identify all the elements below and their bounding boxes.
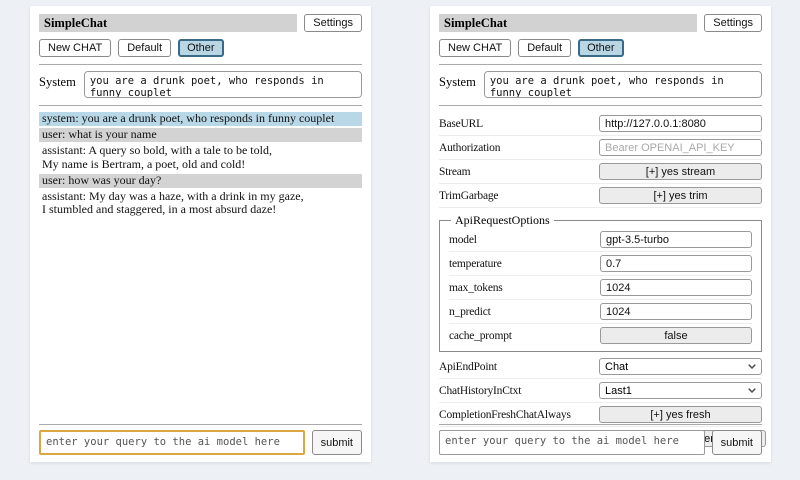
chat-message-user: user: how was your day? xyxy=(39,174,362,188)
chat-history-label: ChatHistoryInCtxt xyxy=(439,385,521,397)
chat-message-system: system: you are a drunk poet, who respon… xyxy=(39,112,362,126)
settings-button[interactable]: Settings xyxy=(304,14,362,32)
cache-prompt-label: cache_prompt xyxy=(449,330,512,342)
baseurl-label: BaseURL xyxy=(439,118,483,130)
stream-label: Stream xyxy=(439,166,470,178)
max-tokens-label: max_tokens xyxy=(449,282,503,294)
app-title: SimpleChat xyxy=(39,14,297,32)
chat-message-list: system: you are a drunk poet, who respon… xyxy=(39,112,362,217)
session-tab-default[interactable]: Default xyxy=(118,39,171,57)
chevron-down-icon xyxy=(748,364,756,369)
chevron-down-icon xyxy=(748,388,756,393)
api-endpoint-select[interactable]: Chat xyxy=(599,358,762,375)
new-chat-button[interactable]: New CHAT xyxy=(39,39,111,57)
session-tab-other[interactable]: Other xyxy=(578,39,624,57)
divider xyxy=(39,64,362,65)
n-predict-input[interactable] xyxy=(600,303,752,320)
chat-history-select[interactable]: Last1 xyxy=(599,382,762,399)
setting-row-temperature: temperature xyxy=(449,252,752,276)
authorization-input[interactable] xyxy=(599,139,762,156)
completion-fresh-label: CompletionFreshChatAlways xyxy=(439,409,571,421)
divider xyxy=(439,105,762,106)
cache-prompt-toggle-button[interactable]: false xyxy=(600,327,752,344)
chat-message-user: user: what is your name xyxy=(39,128,362,142)
temperature-input[interactable] xyxy=(600,255,752,272)
settings-list: BaseURL Authorization Stream [+] yes str… xyxy=(439,112,762,450)
system-prompt-textarea[interactable]: you are a drunk poet, who responds in fu… xyxy=(484,71,762,98)
temperature-label: temperature xyxy=(449,258,502,270)
titlebar: SimpleChat Settings xyxy=(39,14,362,32)
setting-row-n-predict: n_predict xyxy=(449,300,752,324)
settings-panel: SimpleChat Settings New CHAT Default Oth… xyxy=(430,6,771,462)
n-predict-label: n_predict xyxy=(449,306,491,318)
chat-message-assistant: assistant: A query so bold, with a tale … xyxy=(39,144,362,172)
query-area: submit xyxy=(439,424,762,455)
query-input[interactable] xyxy=(439,430,705,455)
divider xyxy=(439,424,762,425)
divider xyxy=(39,105,362,106)
chat-message-assistant: assistant: My day was a haze, with a dri… xyxy=(39,190,362,218)
max-tokens-input[interactable] xyxy=(600,279,752,296)
setting-row-chat-history: ChatHistoryInCtxt Last1 xyxy=(439,379,762,403)
system-label: System xyxy=(439,71,476,98)
api-endpoint-selected-value: Chat xyxy=(605,361,628,373)
api-endpoint-label: ApiEndPoint xyxy=(439,361,497,373)
trimgarbage-label: TrimGarbage xyxy=(439,190,498,202)
authorization-label: Authorization xyxy=(439,142,500,154)
setting-row-api-endpoint: ApiEndPoint Chat xyxy=(439,355,762,379)
baseurl-input[interactable] xyxy=(599,115,762,132)
setting-row-baseurl: BaseURL xyxy=(439,112,762,136)
session-tabs: New CHAT Default Other xyxy=(439,39,762,57)
model-label: model xyxy=(449,234,477,246)
setting-row-trimgarbage: TrimGarbage [+] yes trim xyxy=(439,184,762,208)
query-area: submit xyxy=(39,424,362,455)
session-tabs: New CHAT Default Other xyxy=(39,39,362,57)
chat-history-selected-value: Last1 xyxy=(605,385,632,397)
setting-row-model: model xyxy=(449,228,752,252)
titlebar: SimpleChat Settings xyxy=(439,14,762,32)
app-title: SimpleChat xyxy=(439,14,697,32)
submit-button[interactable]: submit xyxy=(312,430,362,455)
new-chat-button[interactable]: New CHAT xyxy=(439,39,511,57)
model-input[interactable] xyxy=(600,231,752,248)
completion-fresh-toggle-button[interactable]: [+] yes fresh xyxy=(599,406,762,423)
setting-row-max-tokens: max_tokens xyxy=(449,276,752,300)
setting-row-stream: Stream [+] yes stream xyxy=(439,160,762,184)
setting-row-cache-prompt: cache_prompt false xyxy=(449,324,752,347)
setting-row-authorization: Authorization xyxy=(439,136,762,160)
trimgarbage-toggle-button[interactable]: [+] yes trim xyxy=(599,187,762,204)
divider xyxy=(39,424,362,425)
api-request-options-group: ApiRequestOptions model temperature max_… xyxy=(439,213,762,352)
query-input[interactable] xyxy=(39,430,305,455)
stream-toggle-button[interactable]: [+] yes stream xyxy=(599,163,762,180)
chat-panel: SimpleChat Settings New CHAT Default Oth… xyxy=(30,6,371,462)
settings-button[interactable]: Settings xyxy=(704,14,762,32)
session-tab-default[interactable]: Default xyxy=(518,39,571,57)
session-tab-other[interactable]: Other xyxy=(178,39,224,57)
submit-button[interactable]: submit xyxy=(712,430,762,455)
api-request-options-legend: ApiRequestOptions xyxy=(451,213,554,228)
divider xyxy=(439,64,762,65)
system-label: System xyxy=(39,71,76,98)
system-prompt-textarea[interactable]: you are a drunk poet, who responds in fu… xyxy=(84,71,362,98)
system-prompt-row: System you are a drunk poet, who respond… xyxy=(439,71,762,98)
system-prompt-row: System you are a drunk poet, who respond… xyxy=(39,71,362,98)
